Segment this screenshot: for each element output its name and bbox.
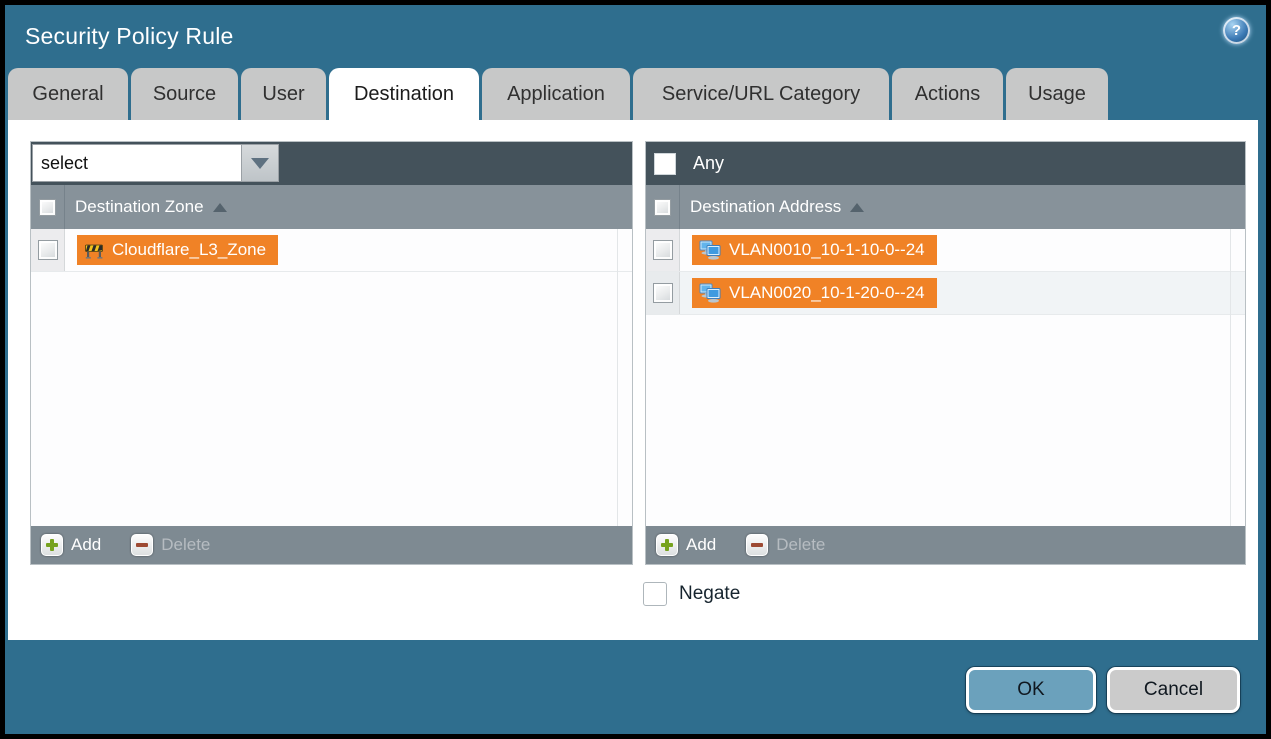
address-row-checkbox[interactable] — [653, 283, 673, 303]
security-policy-rule-window: Security Policy Rule ? General Source Us… — [0, 0, 1271, 739]
tab-user[interactable]: User — [241, 68, 326, 120]
add-zone-button[interactable]: Add — [41, 534, 101, 556]
destination-zone-panel: Destination Zone — [30, 141, 633, 565]
zone-row-checkbox[interactable] — [38, 240, 58, 260]
negate-label: Negate — [679, 583, 740, 605]
any-label: Any — [693, 153, 724, 174]
tab-actions[interactable]: Actions — [892, 68, 1003, 120]
delete-zone-button[interactable]: Delete — [131, 534, 210, 556]
chevron-down-icon — [251, 158, 269, 169]
zone-select-all-checkbox[interactable] — [39, 199, 56, 216]
address-select-all-checkbox[interactable] — [654, 199, 671, 216]
minus-icon — [131, 534, 153, 556]
zone-column-label: Destination Zone — [65, 197, 204, 217]
tab-destination[interactable]: Destination — [329, 68, 479, 120]
tab-general[interactable]: General — [8, 68, 128, 120]
zone-select-input[interactable] — [32, 144, 242, 182]
plus-icon — [41, 534, 63, 556]
cancel-button[interactable]: Cancel — [1107, 667, 1240, 713]
zone-column-header[interactable]: Destination Zone — [31, 185, 632, 229]
address-any-bar: Any — [646, 142, 1245, 185]
negate-option: Negate — [643, 582, 740, 606]
zone-panel-footer: Add Delete — [31, 526, 632, 564]
help-icon[interactable]: ? — [1223, 17, 1250, 44]
tab-content: Destination Zone — [8, 120, 1258, 640]
table-row: VLAN0010_10-1-10-0--24 — [646, 229, 1245, 272]
table-row: Cloudflare_L3_Zone — [31, 229, 632, 272]
address-icon — [699, 283, 721, 303]
address-column-label: Destination Address — [680, 197, 841, 217]
destination-address-panel: Any Destination Address — [645, 141, 1246, 565]
zone-select-combo — [32, 144, 279, 182]
delete-address-button[interactable]: Delete — [746, 534, 825, 556]
zone-select-dropdown-button[interactable] — [242, 144, 279, 182]
table-row: VLAN0020_10-1-20-0--24 — [646, 272, 1245, 315]
tab-usage[interactable]: Usage — [1006, 68, 1108, 120]
address-rows: VLAN0010_10-1-10-0--24 — [646, 229, 1245, 526]
negate-checkbox[interactable] — [643, 582, 667, 606]
sort-asc-icon — [850, 203, 864, 212]
address-item[interactable]: VLAN0020_10-1-20-0--24 — [692, 278, 937, 308]
tab-bar: General Source User Destination Applicat… — [8, 68, 1108, 120]
zone-item-label: Cloudflare_L3_Zone — [112, 240, 266, 260]
any-checkbox[interactable] — [654, 153, 676, 175]
ok-button[interactable]: OK — [966, 667, 1096, 713]
address-item-label: VLAN0020_10-1-20-0--24 — [729, 283, 925, 303]
address-panel-footer: Add Delete — [646, 526, 1245, 564]
address-column-header[interactable]: Destination Address — [646, 185, 1245, 229]
zone-icon — [84, 241, 104, 259]
dialog: Security Policy Rule ? General Source Us… — [5, 5, 1266, 734]
address-item-label: VLAN0010_10-1-10-0--24 — [729, 240, 925, 260]
page-title: Security Policy Rule — [25, 23, 234, 50]
tab-source[interactable]: Source — [131, 68, 238, 120]
zone-item[interactable]: Cloudflare_L3_Zone — [77, 235, 278, 265]
minus-icon — [746, 534, 768, 556]
plus-icon — [656, 534, 678, 556]
address-item[interactable]: VLAN0010_10-1-10-0--24 — [692, 235, 937, 265]
sort-asc-icon — [213, 203, 227, 212]
zone-rows: Cloudflare_L3_Zone — [31, 229, 632, 526]
zone-filter-bar — [31, 142, 632, 185]
address-row-checkbox[interactable] — [653, 240, 673, 260]
tab-application[interactable]: Application — [482, 68, 630, 120]
address-icon — [699, 240, 721, 260]
tab-service-url-category[interactable]: Service/URL Category — [633, 68, 889, 120]
add-address-button[interactable]: Add — [656, 534, 716, 556]
